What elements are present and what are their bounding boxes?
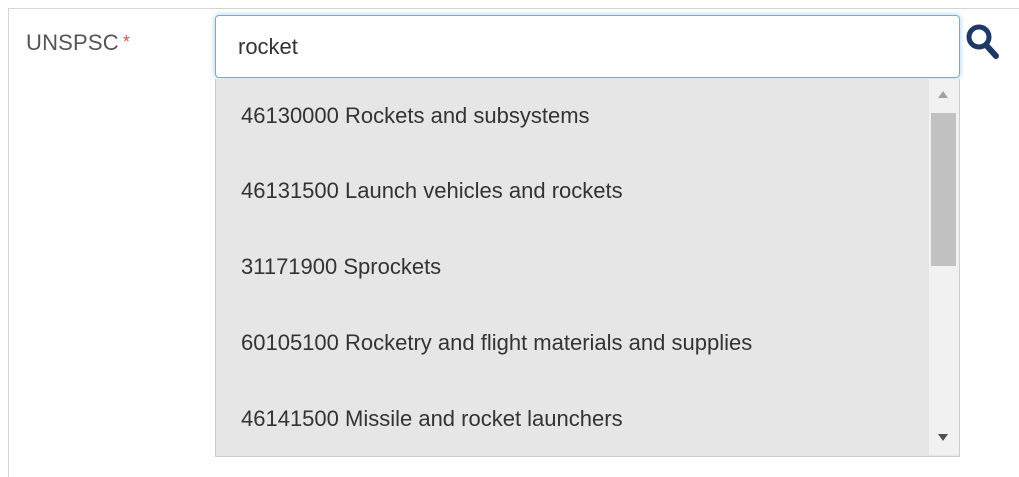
autocomplete-dropdown: 46130000 Rockets and subsystems 46131500… bbox=[215, 79, 960, 457]
scroll-thumb[interactable] bbox=[931, 113, 956, 266]
autocomplete-option[interactable]: 46141500 Missile and rocket launchers bbox=[216, 381, 928, 457]
scroll-up-arrow-icon[interactable] bbox=[938, 91, 948, 98]
autocomplete-options-list: 46130000 Rockets and subsystems 46131500… bbox=[216, 79, 928, 457]
autocomplete-option[interactable]: 31171900 Sprockets bbox=[216, 229, 928, 305]
autocomplete-option[interactable]: 60105100 Rocketry and flight materials a… bbox=[216, 305, 928, 381]
unspsc-label-text: UNSPSC bbox=[26, 30, 119, 55]
unspsc-field-label: UNSPSC * bbox=[26, 30, 130, 56]
required-marker: * bbox=[122, 32, 131, 52]
autocomplete-option[interactable]: 46130000 Rockets and subsystems bbox=[216, 79, 928, 153]
autocomplete-option[interactable]: 46131500 Launch vehicles and rockets bbox=[216, 153, 928, 229]
scroll-down-arrow-icon[interactable] bbox=[938, 434, 948, 441]
dropdown-scrollbar[interactable] bbox=[929, 79, 959, 455]
search-icon bbox=[966, 24, 999, 59]
search-button[interactable] bbox=[964, 22, 1002, 62]
unspsc-search-input[interactable] bbox=[215, 15, 960, 78]
